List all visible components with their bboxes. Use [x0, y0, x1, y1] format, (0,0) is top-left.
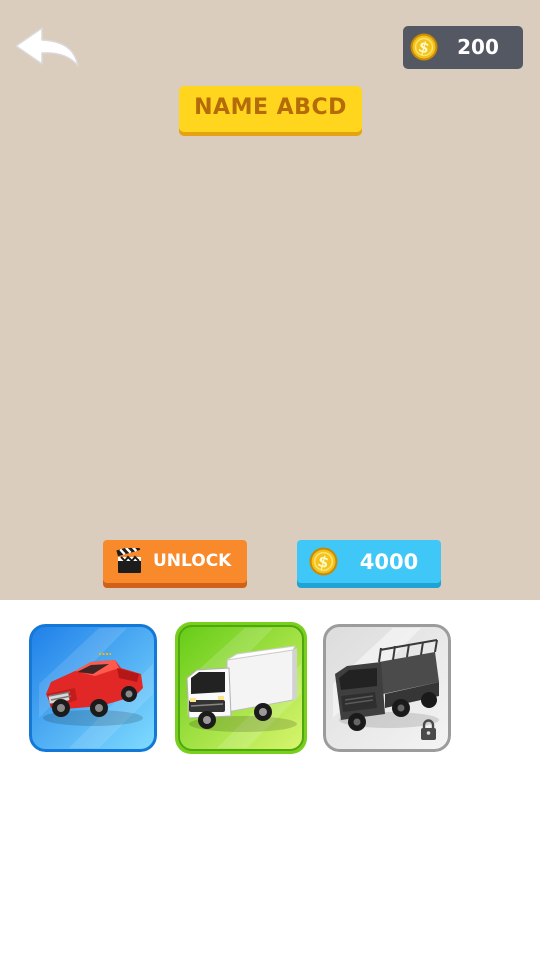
vehicle-card-white-box-truck[interactable]: [173, 620, 309, 756]
vehicle-name: NAME ABCD: [194, 95, 347, 120]
gold-coin-icon: $: [309, 547, 338, 576]
coin-balance: $ 200: [403, 26, 523, 69]
unlock-label: UNLOCK: [153, 551, 232, 571]
back-button[interactable]: [12, 22, 82, 74]
buy-with-coins-button[interactable]: $ 4000: [297, 540, 441, 583]
watch-ad-unlock-button[interactable]: UNLOCK: [103, 540, 247, 583]
vehicle-card-red-pickup[interactable]: [29, 624, 157, 752]
vehicle-card-dark-cargo-truck[interactable]: [323, 624, 451, 752]
vehicle-name-badge: NAME ABCD: [179, 86, 362, 132]
back-arrow-icon: [15, 27, 79, 67]
price-amount: 4000: [359, 550, 419, 574]
clapperboard-icon: [116, 548, 141, 573]
vehicle-showroom: $ 200 NAME ABCD UNLOCK $ 4000: [0, 0, 540, 600]
coin-count: 200: [457, 35, 499, 59]
gold-coin-icon: $: [410, 33, 438, 61]
